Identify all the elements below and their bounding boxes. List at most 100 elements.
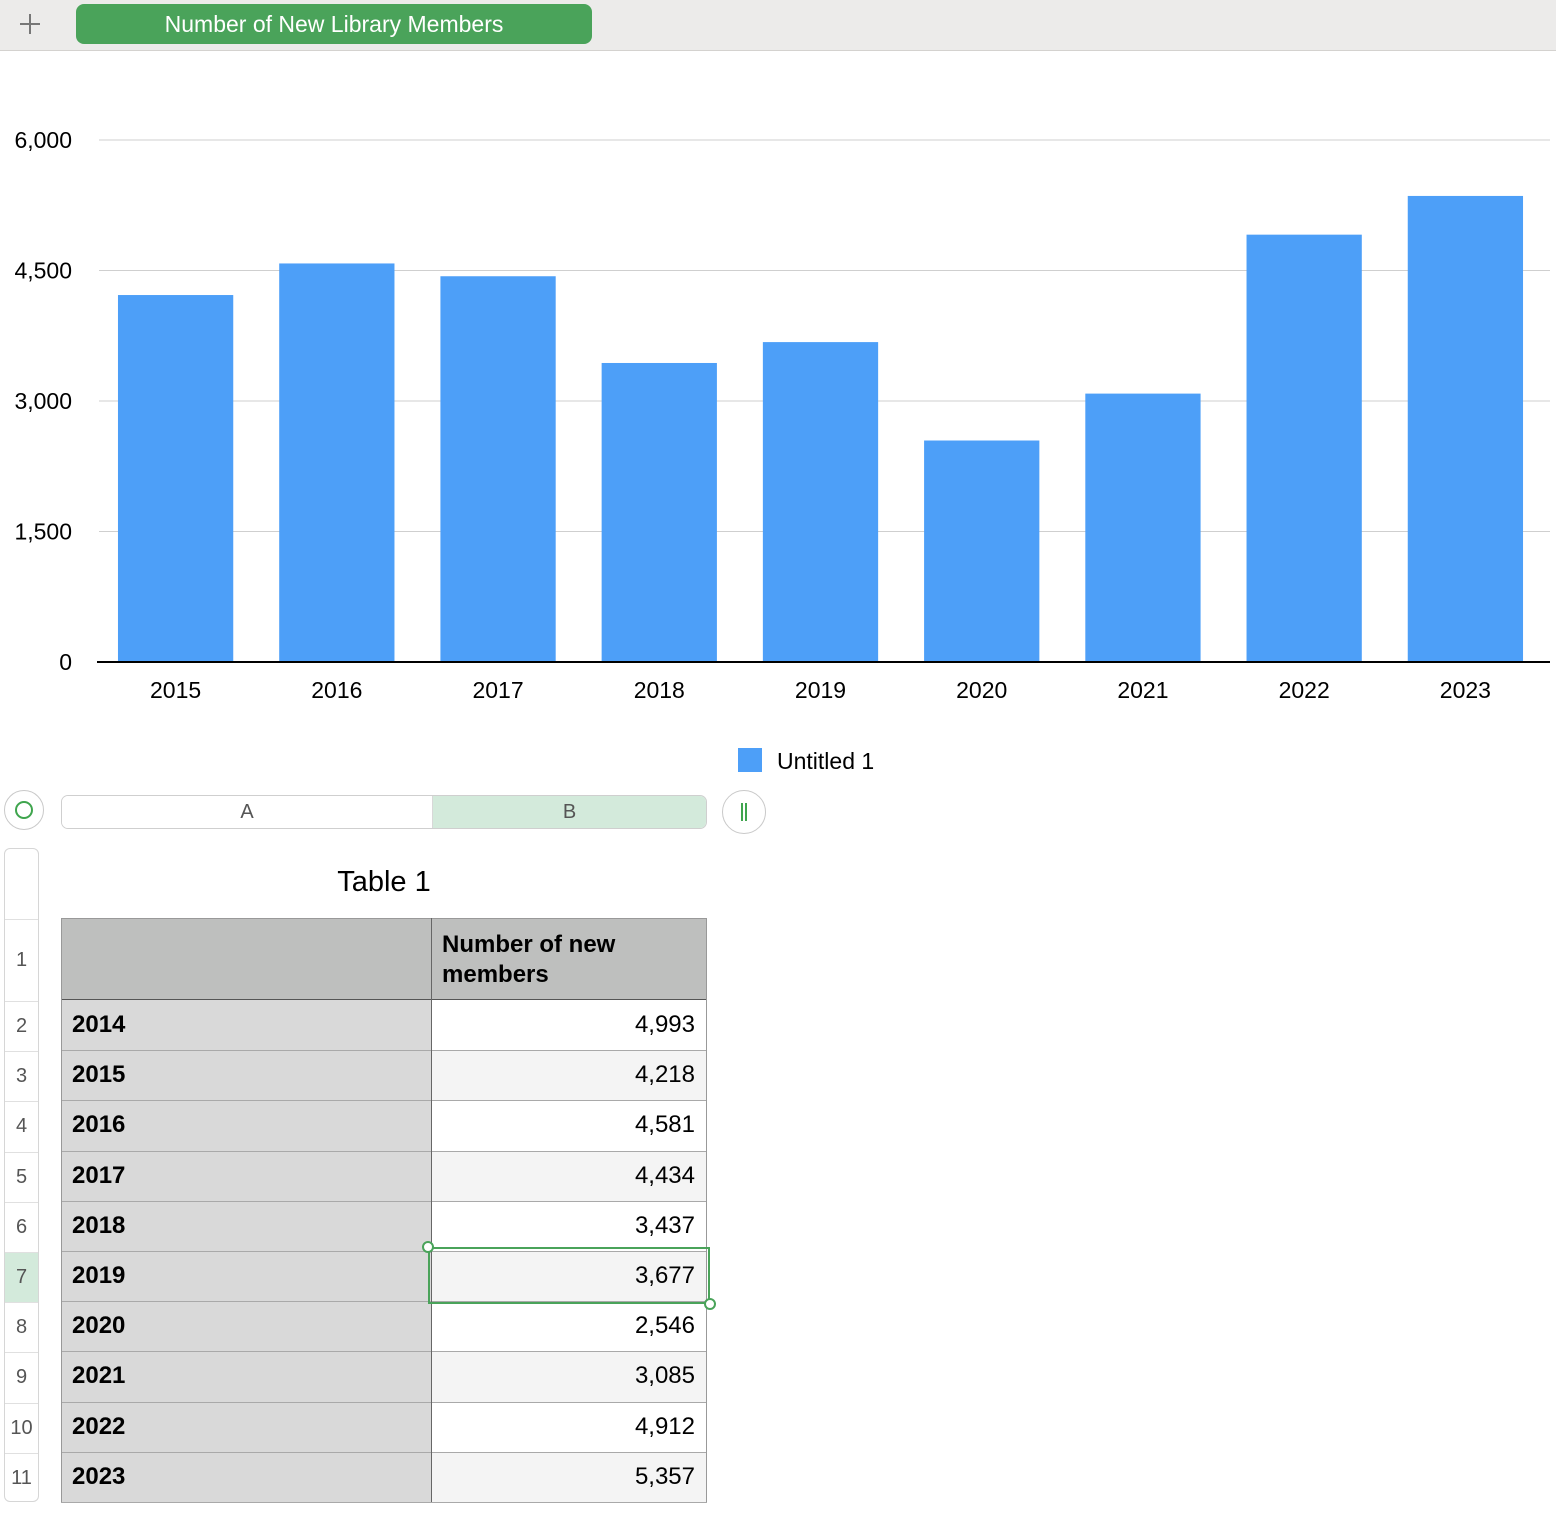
value-cell[interactable]: 4,581	[431, 1100, 707, 1151]
row-number-5[interactable]: 5	[5, 1151, 38, 1202]
row-number-4[interactable]: 4	[5, 1101, 38, 1151]
category-cell[interactable]: 2015	[61, 1050, 431, 1101]
value-cell[interactable]: 2,546	[431, 1301, 707, 1352]
value-cell-text: 3,085	[634, 1362, 695, 1390]
column-resize-handle[interactable]	[722, 790, 766, 834]
circle-icon	[15, 801, 33, 819]
value-cell-text: 2,546	[634, 1312, 695, 1340]
row-number-11[interactable]: 11	[5, 1452, 38, 1501]
bar-2020[interactable]	[924, 440, 1040, 662]
y-tick-label: 0	[59, 649, 72, 675]
value-cell[interactable]: 4,993	[431, 1000, 707, 1051]
column-header-b[interactable]: B	[433, 796, 706, 828]
value-cell-text: 4,993	[634, 1011, 695, 1039]
value-cell-text: 3,677	[634, 1262, 695, 1290]
x-tick-label: 2023	[1440, 677, 1491, 703]
category-cell[interactable]: 2017	[61, 1150, 431, 1201]
value-cell-text: 4,912	[634, 1412, 695, 1440]
category-cell[interactable]: 2020	[61, 1301, 431, 1352]
category-cell[interactable]: 2022	[61, 1401, 431, 1452]
value-cell-text: 4,581	[634, 1111, 695, 1139]
column-header-bar: A B	[61, 795, 707, 829]
category-cell-text: 2020	[72, 1312, 126, 1340]
x-tick-label: 2020	[956, 677, 1007, 703]
data-table: Number of new members 2014 4,993 2015 4,218 2…	[61, 918, 707, 1503]
sheet-tab-label: Number of New Library Members	[164, 10, 504, 37]
column-divider	[431, 918, 432, 1502]
column-divider	[706, 918, 707, 1502]
row-number-1[interactable]: 1	[5, 919, 38, 1001]
pause-bars-icon	[741, 803, 747, 821]
row-number-9[interactable]: 9	[5, 1352, 38, 1402]
bar-2022[interactable]	[1246, 234, 1362, 662]
value-cell-text: 3,437	[634, 1211, 695, 1239]
table-title[interactable]: Table 1	[61, 866, 707, 899]
row-divider	[61, 1050, 707, 1052]
header-cell-b[interactable]: Number of new members	[431, 918, 707, 1000]
row-number-10[interactable]: 10	[5, 1402, 38, 1453]
category-cell[interactable]: 2021	[61, 1351, 431, 1402]
category-cell-text: 2017	[72, 1161, 126, 1189]
category-cell-text: 2018	[72, 1211, 126, 1239]
value-cell[interactable]: 3,677	[431, 1251, 707, 1302]
row-divider	[61, 1150, 707, 1152]
row-number-3[interactable]: 3	[5, 1051, 38, 1101]
value-cell[interactable]: 3,085	[431, 1351, 707, 1402]
row-number-6[interactable]: 6	[5, 1201, 38, 1252]
bar-2019[interactable]	[762, 342, 879, 662]
row-divider	[61, 1502, 707, 1503]
y-tick-label: 6,000	[14, 127, 72, 153]
row-number-2[interactable]: 2	[5, 1001, 38, 1051]
bar-2023[interactable]	[1407, 195, 1524, 663]
bar-2017[interactable]	[440, 276, 556, 662]
bar-2021[interactable]	[1085, 393, 1201, 662]
header-cell-b-text: Number of new members	[442, 931, 616, 988]
row-divider	[61, 1100, 707, 1102]
value-cell[interactable]: 4,912	[431, 1401, 707, 1452]
value-cell-text: 4,434	[634, 1161, 695, 1189]
row-number-7[interactable]: 7	[5, 1252, 38, 1303]
category-cell-text: 2016	[72, 1111, 126, 1139]
row-divider	[61, 1200, 707, 1202]
table-select-handle[interactable]	[4, 790, 44, 830]
selection-handle-top-left[interactable]	[422, 1241, 434, 1253]
value-cell[interactable]: 4,434	[431, 1150, 707, 1201]
plus-icon	[20, 14, 40, 34]
sheet-bar: Number of New Library Members	[0, 0, 1556, 51]
column-header-a[interactable]: A	[62, 796, 433, 828]
x-tick-label: 2015	[150, 677, 201, 703]
x-tick-label: 2022	[1279, 677, 1330, 703]
category-cell[interactable]: 2018	[61, 1200, 431, 1251]
bar-chart[interactable]: 0 1,500 3,000 4,500 6,000 2015 2016 2017 2018 201…	[0, 60, 1556, 790]
selection-handle-bottom-right[interactable]	[704, 1298, 716, 1310]
row-divider	[61, 1301, 707, 1303]
chart-bars	[117, 195, 1524, 663]
category-cell[interactable]: 2016	[61, 1100, 431, 1151]
category-cell[interactable]: 2014	[61, 1000, 431, 1051]
value-cell[interactable]: 3,437	[431, 1200, 707, 1251]
bar-2016[interactable]	[279, 263, 395, 662]
sheet-tab-active[interactable]: Number of New Library Members	[76, 4, 592, 44]
header-cell-a[interactable]	[61, 918, 431, 1000]
y-tick-label: 4,500	[14, 258, 72, 284]
x-tick-label: 2016	[311, 677, 362, 703]
row-divider	[61, 1351, 707, 1353]
row-divider	[61, 1251, 707, 1252]
x-tick-label: 2019	[795, 677, 846, 703]
bar-2015[interactable]	[117, 295, 234, 662]
y-tick-label: 3,000	[14, 388, 72, 414]
chart-legend[interactable]: Untitled 1	[738, 748, 874, 774]
value-cell-text: 5,357	[634, 1462, 695, 1490]
legend-label[interactable]: Untitled 1	[777, 748, 874, 774]
category-cell[interactable]: 2023	[61, 1451, 431, 1502]
add-sheet-button[interactable]	[14, 8, 46, 40]
y-tick-label: 1,500	[14, 519, 72, 545]
row-divider	[61, 999, 707, 1000]
value-cell[interactable]: 5,357	[431, 1451, 707, 1502]
value-cell[interactable]: 4,218	[431, 1050, 707, 1101]
legend-swatch	[738, 748, 762, 772]
category-cell[interactable]: 2019	[61, 1251, 431, 1302]
bar-2018[interactable]	[601, 362, 717, 662]
row-number-8[interactable]: 8	[5, 1302, 38, 1352]
row-divider	[61, 1451, 707, 1453]
